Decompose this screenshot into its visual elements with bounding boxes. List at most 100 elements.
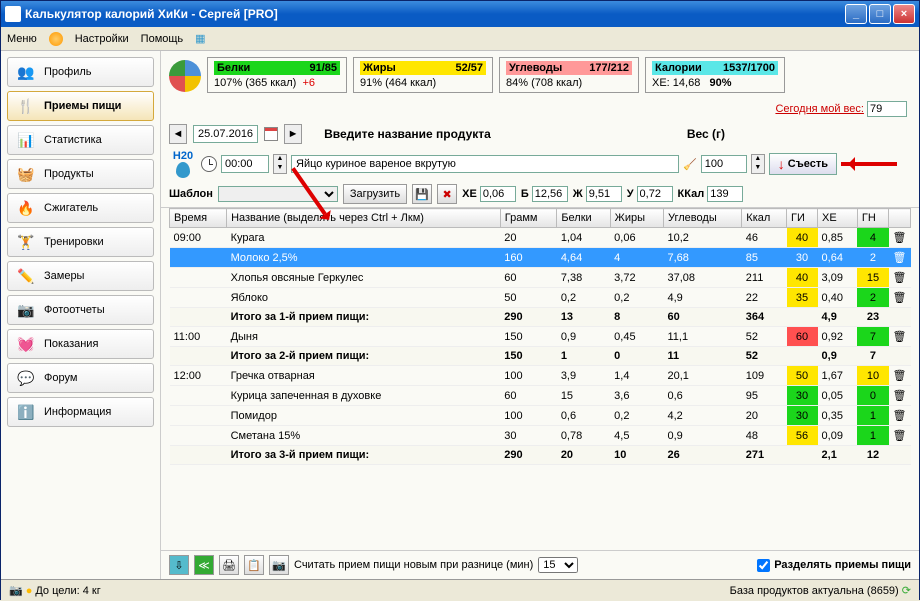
products-icon: 🧺 xyxy=(16,164,36,184)
stats-icon: 📊 xyxy=(16,130,36,150)
trash-icon[interactable]: 🗑 xyxy=(889,366,911,386)
clock-icon xyxy=(201,156,217,172)
product-input[interactable] xyxy=(291,155,679,173)
trash-icon[interactable]: 🗑 xyxy=(889,386,911,406)
water-drop-icon[interactable] xyxy=(176,162,190,178)
sidebar: 👥Профиль 🍴Приемы пищи 📊Статистика 🧺Проду… xyxy=(1,51,161,579)
table-row[interactable]: Итого за 1-й прием пищи:290138603644,923 xyxy=(170,308,911,327)
camera-button[interactable]: 📷 xyxy=(269,555,289,575)
table-row[interactable]: Молоко 2,5%1604,6447,6885300,642🗑 xyxy=(170,248,911,268)
gear-icon xyxy=(49,32,63,46)
fat-box: Жиры52/57 91% (464 ккал) xyxy=(353,57,493,93)
h20-label: H20 xyxy=(173,150,193,162)
trash-icon[interactable] xyxy=(889,446,911,465)
sidebar-item-photos[interactable]: 📷Фотоотчеты xyxy=(7,295,154,325)
sidebar-item-info[interactable]: ℹ️Информация xyxy=(7,397,154,427)
sidebar-item-products[interactable]: 🧺Продукты xyxy=(7,159,154,189)
table-row[interactable]: Итого за 3-й прием пищи:2902010262712,11… xyxy=(170,446,911,465)
status-goal-icon: ● xyxy=(26,585,33,597)
table-row[interactable]: Яблоко500,20,24,922350,402🗑 xyxy=(170,288,911,308)
broom-icon[interactable]: 🧹 xyxy=(683,158,697,171)
refresh-icon[interactable]: ⟳ xyxy=(902,585,911,597)
status-camera-icon[interactable]: 📷 xyxy=(9,584,23,597)
table-row[interactable]: Хлопья овсяные Геркулес607,383,7237,0821… xyxy=(170,268,911,288)
date-next-button[interactable]: ► xyxy=(284,124,302,144)
sidebar-item-burner[interactable]: 🔥Сжигатель xyxy=(7,193,154,223)
weight-spinner[interactable]: ▲▼ xyxy=(751,154,765,174)
trash-icon[interactable]: 🗑 xyxy=(889,248,911,268)
maximize-button[interactable]: □ xyxy=(869,4,891,24)
split-meals-checkbox[interactable] xyxy=(757,559,770,572)
xe-field[interactable] xyxy=(480,186,516,202)
sidebar-item-forum[interactable]: 💬Форум xyxy=(7,363,154,393)
table-row[interactable]: 11:00Дыня1500,90,4511,152600,927🗑 xyxy=(170,327,911,347)
date-field[interactable]: 25.07.2016 xyxy=(193,125,258,143)
copy-button[interactable]: 📋 xyxy=(244,555,264,575)
eat-button[interactable]: ↓Съесть xyxy=(769,153,837,175)
meals-icon: 🍴 xyxy=(16,96,36,116)
minimize-button[interactable]: _ xyxy=(845,4,867,24)
trash-icon[interactable]: 🗑 xyxy=(889,426,911,446)
window-title: Калькулятор калорий ХиКи - Сергей [PRO] xyxy=(25,7,843,21)
table-row[interactable]: 12:00Гречка отварная1003,91,420,1109501,… xyxy=(170,366,911,386)
burner-icon: 🔥 xyxy=(16,198,36,218)
profile-icon: 👥 xyxy=(16,62,36,82)
date-prev-button[interactable]: ◄ xyxy=(169,124,187,144)
kcal-field[interactable] xyxy=(707,186,743,202)
trash-icon[interactable] xyxy=(889,347,911,366)
trash-icon[interactable] xyxy=(889,308,911,327)
time-input[interactable] xyxy=(221,155,269,173)
table-row[interactable]: Помидор1000,60,24,220300,351🗑 xyxy=(170,406,911,426)
sidebar-item-stats[interactable]: 📊Статистика xyxy=(7,125,154,155)
diff-select[interactable]: 15 xyxy=(538,557,578,573)
print-button[interactable]: 🖨 xyxy=(219,555,239,575)
sidebar-item-meals[interactable]: 🍴Приемы пищи xyxy=(7,91,154,121)
diff-label: Считать прием пищи новым при разнице (ми… xyxy=(294,559,533,571)
pie-chart-icon xyxy=(169,60,201,92)
fat-field[interactable] xyxy=(586,186,622,202)
carb-field[interactable] xyxy=(637,186,673,202)
readings-icon: 💓 xyxy=(16,334,36,354)
photos-icon: 📷 xyxy=(16,300,36,320)
close-button[interactable]: × xyxy=(893,4,915,24)
sidebar-item-measures[interactable]: ✏️Замеры xyxy=(7,261,154,291)
table-row[interactable]: Итого за 2-й прием пищи:1501011520,97 xyxy=(170,347,911,366)
table-row[interactable]: 09:00Курага201,040,0610,246400,854🗑 xyxy=(170,228,911,248)
save-template-button[interactable]: 💾 xyxy=(412,184,432,204)
export-button[interactable]: ⇩ xyxy=(169,555,189,575)
trash-icon[interactable]: 🗑 xyxy=(889,406,911,426)
calendar-icon[interactable] xyxy=(264,127,278,141)
trash-icon[interactable]: 🗑 xyxy=(889,268,911,288)
status-goal: До цели: 4 кг xyxy=(35,585,100,597)
menu-settings[interactable]: Настройки xyxy=(75,33,129,45)
app-icon xyxy=(5,6,21,22)
trash-icon[interactable]: 🗑 xyxy=(889,228,911,248)
calories-box: Калории1537/1700 ХЕ: 14,68 90% xyxy=(645,57,785,93)
carb-box: Углеводы177/212 84% (708 ккал) xyxy=(499,57,639,93)
table-row[interactable]: Сметана 15%300,784,50,948560,091🗑 xyxy=(170,426,911,446)
time-spinner[interactable]: ▲▼ xyxy=(273,154,287,174)
sidebar-item-trainings[interactable]: 🏋Тренировки xyxy=(7,227,154,257)
down-arrow-icon: ↓ xyxy=(778,156,785,172)
status-db: База продуктов актуальна (8659) xyxy=(730,585,899,597)
weight-input[interactable] xyxy=(701,155,747,173)
menu-menu[interactable]: Меню xyxy=(7,33,37,45)
table-row[interactable]: Курица запеченная в духовке60153,60,6953… xyxy=(170,386,911,406)
sidebar-item-profile[interactable]: 👥Профиль xyxy=(7,57,154,87)
menu-help[interactable]: Помощь xyxy=(141,33,184,45)
product-label: Введите название продукта xyxy=(324,127,491,141)
help-about-icon[interactable]: ▦ xyxy=(195,32,205,45)
sidebar-item-readings[interactable]: 💓Показания xyxy=(7,329,154,359)
measures-icon: ✏️ xyxy=(16,266,36,286)
titlebar: Калькулятор калорий ХиКи - Сергей [PRO] … xyxy=(1,1,919,27)
red-arrow-icon xyxy=(841,157,911,171)
today-weight-input[interactable] xyxy=(867,101,907,117)
delete-template-button[interactable]: ✖ xyxy=(437,184,457,204)
share-button[interactable]: ≪ xyxy=(194,555,214,575)
today-weight-link[interactable]: Сегодня мой вес: xyxy=(775,103,864,115)
protein-field[interactable] xyxy=(532,186,568,202)
split-meals-label: Разделять приемы пищи xyxy=(774,559,911,571)
load-template-button[interactable]: Загрузить xyxy=(343,184,407,204)
trash-icon[interactable]: 🗑 xyxy=(889,327,911,347)
trash-icon[interactable]: 🗑 xyxy=(889,288,911,308)
